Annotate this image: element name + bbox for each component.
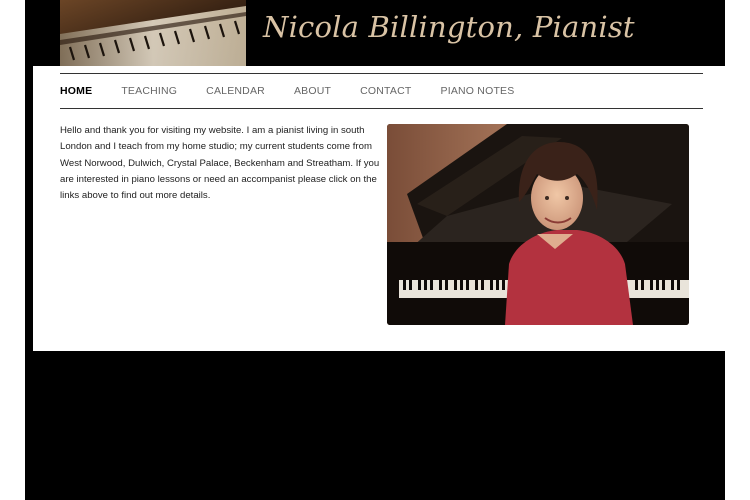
intro-text: Hello and thank you for visiting my webs…: [60, 125, 380, 202]
site-wrapper: Nicola Billington, Pianist HOME TEACHING…: [25, 0, 725, 500]
piano-keys-image: [60, 0, 246, 66]
pianist-photo-graphic: [387, 124, 689, 325]
site-header: Nicola Billington, Pianist: [25, 0, 725, 66]
piano-keys-graphic: [60, 0, 246, 66]
content-panel: HOME TEACHING CALENDAR ABOUT CONTACT PIA…: [33, 66, 725, 351]
nav-item-home[interactable]: HOME: [60, 85, 92, 97]
nav-item-calendar[interactable]: CALENDAR: [206, 85, 265, 97]
nav-item-teaching[interactable]: TEACHING: [121, 85, 177, 97]
nav-item-about[interactable]: ABOUT: [294, 85, 331, 97]
pianist-photo: [387, 124, 689, 325]
nav-item-piano-notes[interactable]: PIANO NOTES: [441, 85, 515, 97]
main-nav: HOME TEACHING CALENDAR ABOUT CONTACT PIA…: [60, 73, 703, 109]
site-title: Nicola Billington, Pianist: [263, 10, 635, 44]
nav-item-contact[interactable]: CONTACT: [360, 85, 411, 97]
